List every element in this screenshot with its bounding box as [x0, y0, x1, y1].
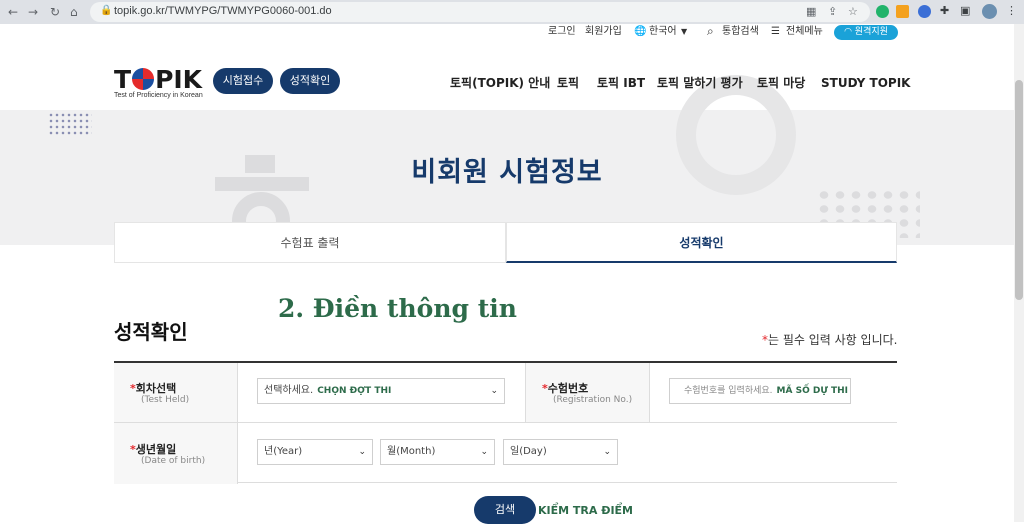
- integrated-search-link[interactable]: 통합검색: [722, 26, 759, 38]
- required-note: *는 필수 입력 사항 입니다.: [762, 333, 898, 347]
- sidepanel-icon[interactable]: ▣: [960, 5, 970, 17]
- logo-subtitle: Test of Proficiency in Korean: [114, 92, 203, 99]
- globe-icon: 🌐: [634, 26, 647, 37]
- scrollbar[interactable]: [1014, 24, 1024, 522]
- wifi-icon: ◠: [844, 27, 855, 37]
- nav-topik[interactable]: 토픽: [557, 76, 579, 90]
- reload-icon[interactable]: ↻: [50, 4, 60, 20]
- nav-topik-madang[interactable]: 토픽 마당: [757, 76, 805, 90]
- registration-label: *수험번호: [542, 382, 589, 395]
- extension-icon-blue[interactable]: [918, 5, 931, 18]
- page-title: 비회원 시험정보: [411, 157, 603, 188]
- day-select[interactable]: 일(Day) ⌄: [503, 439, 618, 465]
- check-score-annotation: KIỂM TRA ĐIỂM: [538, 504, 633, 517]
- url-text: topik.go.kr/TWMYPG/TWMYPG0060-001.do: [114, 5, 332, 17]
- nav-study-topik[interactable]: STUDY TOPIK: [821, 76, 910, 90]
- dob-sublabel: (Date of birth): [141, 456, 206, 466]
- round-select[interactable]: 선택하세요. CHỌN ĐỢT THI ⌄: [257, 378, 505, 404]
- remote-support-button[interactable]: ◠ 원격지원: [834, 25, 898, 40]
- back-icon[interactable]: ←: [8, 4, 18, 20]
- search-icon: ⌕: [707, 24, 714, 38]
- round-sublabel: (Test Held): [141, 395, 190, 405]
- lock-icon: 🔒: [100, 5, 113, 16]
- all-menu-link[interactable]: 전체메뉴: [786, 26, 823, 38]
- chevron-down-icon: ⌄: [603, 447, 611, 457]
- chevron-down-icon[interactable]: ▼: [681, 26, 687, 38]
- round-label: *회차선택: [130, 382, 177, 395]
- nav-topik-speaking[interactable]: 토픽 말하기 평가: [657, 76, 743, 90]
- score-check-button[interactable]: 성적확인: [280, 68, 340, 94]
- chevron-down-icon: ⌄: [480, 447, 488, 457]
- translate-icon[interactable]: ▦: [806, 6, 816, 18]
- login-link[interactable]: 로그인: [548, 26, 576, 38]
- browser-toolbar: ← → ↻ ⌂ 🔒 topik.go.kr/TWMYPG/TWMYPG0060-…: [0, 0, 1024, 24]
- bookmark-star-icon[interactable]: ☆: [848, 6, 858, 18]
- scrollbar-thumb[interactable]: [1015, 80, 1023, 300]
- chevron-down-icon: ⌄: [358, 447, 366, 457]
- nav-topik-info[interactable]: 토픽(TOPIK) 안내: [450, 76, 550, 90]
- registration-input[interactable]: 수험번호를 입력하세요. MÃ SỐ DỰ THI: [669, 378, 851, 404]
- signup-link[interactable]: 회원가입: [585, 26, 622, 38]
- nav-topik-ibt[interactable]: 토픽 IBT: [597, 76, 645, 90]
- tab-admission-ticket[interactable]: 수험표 출력: [114, 222, 506, 263]
- address-bar[interactable]: 🔒 topik.go.kr/TWMYPG/TWMYPG0060-001.do ▦…: [90, 2, 870, 22]
- annotation-fill-info: 2. Điền thông tin: [278, 294, 517, 323]
- decor-dots-left: [48, 112, 92, 136]
- language-select[interactable]: 한국어: [649, 26, 677, 38]
- dob-label: *생년월일: [130, 443, 177, 456]
- chevron-down-icon: ⌄: [490, 386, 498, 396]
- kebab-menu-icon[interactable]: ⋮: [1006, 5, 1017, 17]
- search-button[interactable]: 검색: [474, 496, 536, 524]
- topik-logo[interactable]: T PIK: [114, 66, 202, 94]
- menu-icon: ☰: [771, 26, 780, 37]
- year-select[interactable]: 년(Year) ⌄: [257, 439, 373, 465]
- logo-o-emblem: [132, 68, 155, 90]
- forward-icon[interactable]: →: [28, 4, 38, 20]
- section-title: 성적확인: [112, 316, 192, 345]
- registration-sublabel: (Registration No.): [553, 395, 633, 405]
- remote-support-label: 원격지원: [854, 27, 888, 37]
- extension-icon-green[interactable]: [876, 5, 889, 18]
- extension-icon-orange[interactable]: [896, 5, 909, 18]
- exam-apply-button[interactable]: 시험접수: [213, 68, 273, 94]
- month-select[interactable]: 월(Month) ⌄: [380, 439, 495, 465]
- tab-score-check[interactable]: 성적확인: [506, 222, 897, 263]
- share-icon[interactable]: ⇪: [828, 6, 837, 18]
- puzzle-icon[interactable]: ✚: [940, 5, 949, 17]
- profile-avatar[interactable]: [982, 4, 997, 19]
- home-icon[interactable]: ⌂: [70, 4, 78, 20]
